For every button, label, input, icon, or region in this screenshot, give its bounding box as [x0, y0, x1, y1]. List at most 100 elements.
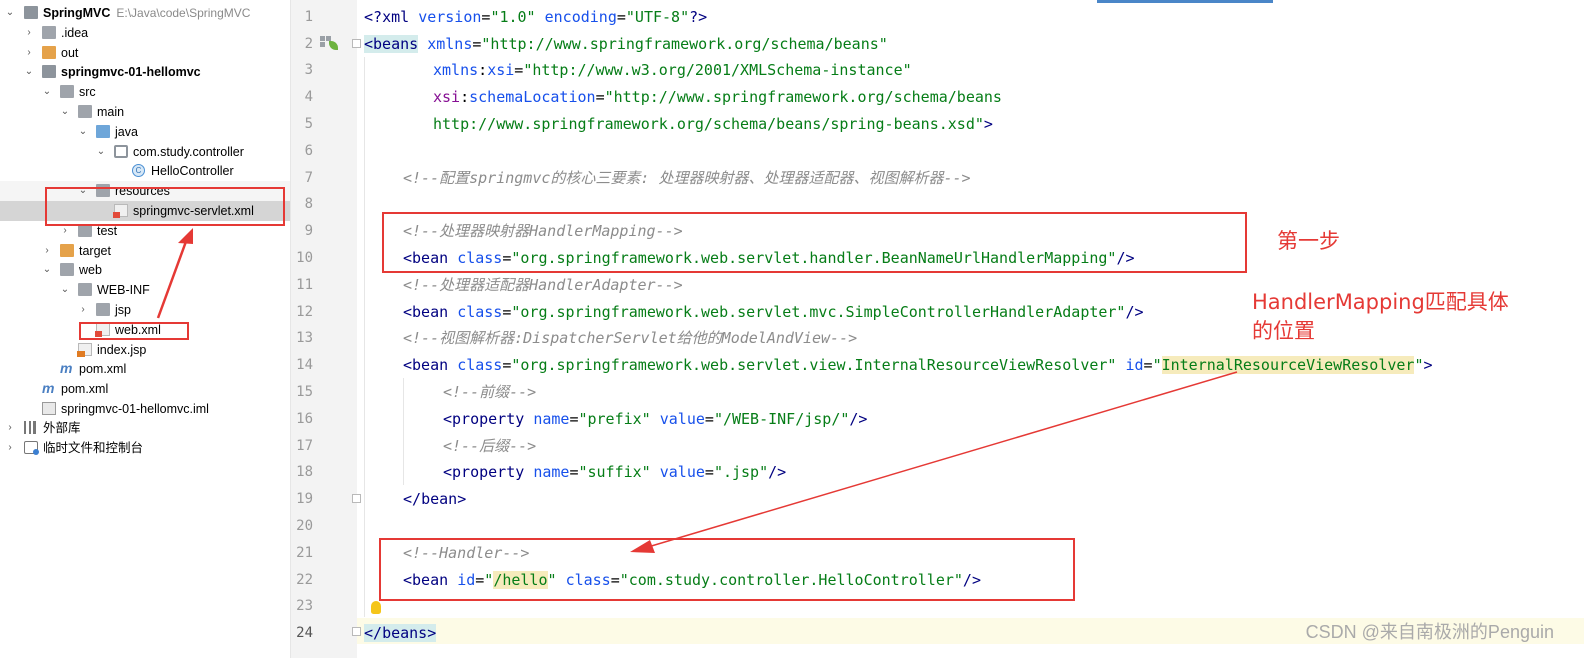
annotation-step1: 第一步 — [1277, 229, 1340, 253]
tree-item-label: src — [79, 85, 96, 99]
folder-icon — [42, 46, 56, 59]
tree-item-label: jsp — [115, 303, 131, 317]
line-number: 15 — [296, 383, 313, 400]
chevron-right-icon[interactable]: › — [4, 438, 16, 458]
code-line-5: http://www.springframework.org/schema/be… — [433, 114, 993, 133]
project-path: E:\Java\code\SpringMVC — [116, 6, 251, 20]
line-number: 2 — [304, 35, 313, 52]
tree-item-label: 外部库 — [43, 421, 81, 435]
tree-item-external-libraries[interactable]: › 外部库 — [0, 418, 290, 438]
line-number: 13 — [296, 330, 313, 347]
chevron-down-icon[interactable]: ⌄ — [4, 3, 16, 23]
chevron-down-icon[interactable]: ⌄ — [23, 62, 35, 82]
active-tab-indicator — [1097, 0, 1273, 3]
chevron-right-icon[interactable]: › — [23, 23, 35, 43]
tree-item-label: target — [79, 244, 111, 258]
line-number: 11 — [296, 276, 313, 293]
tree-item-main[interactable]: ⌄ main — [0, 102, 290, 122]
tree-item-label: springmvc-01-hellomvc — [61, 65, 201, 79]
line-number: 23 — [296, 598, 313, 615]
code-line-13: <!--视图解析器:DispatcherServlet给他的ModelAndVi… — [403, 329, 858, 348]
code-line-2: <beans xmlns="http://www.springframework… — [364, 34, 888, 53]
line-number: 14 — [296, 357, 313, 374]
chevron-down-icon[interactable]: ⌄ — [77, 122, 89, 142]
line-number: 9 — [304, 223, 313, 240]
fold-marker-icon[interactable] — [352, 39, 361, 48]
highlight-box-web-xml — [79, 322, 189, 340]
line-number: 24 — [296, 625, 313, 642]
tree-item-target[interactable]: › target — [0, 241, 290, 261]
chevron-right-icon[interactable]: › — [23, 43, 35, 63]
tree-item-label: java — [115, 125, 138, 139]
highlight-box-handler — [379, 538, 1075, 601]
line-number: 8 — [304, 196, 313, 213]
jsp-file-icon — [77, 343, 92, 357]
tree-item-label: com.study.controller — [133, 145, 244, 159]
folder-icon — [78, 283, 92, 296]
tree-item-web[interactable]: ⌄ web — [0, 260, 290, 280]
chevron-right-icon[interactable]: › — [4, 418, 16, 438]
tree-item-iml[interactable]: springmvc-01-hellomvc.iml — [0, 399, 290, 419]
line-number: 4 — [304, 89, 313, 106]
chevron-down-icon[interactable]: ⌄ — [41, 82, 53, 102]
code-line-12: <bean class="org.springframework.web.ser… — [403, 302, 1144, 321]
tree-item-label: out — [61, 46, 79, 60]
indent-guide — [364, 57, 365, 617]
tree-item-scratches[interactable]: › 临时文件和控制台 — [0, 438, 290, 458]
tree-item-index-jsp[interactable]: index.jsp — [0, 340, 290, 360]
code-line-17: <!--后缀--> — [443, 436, 537, 455]
line-number: 16 — [296, 410, 313, 427]
tree-item-src[interactable]: ⌄ src — [0, 82, 290, 102]
tree-item-label: 临时文件和控制台 — [43, 441, 144, 455]
spring-bean-gutter-icon[interactable] — [320, 36, 338, 50]
maven-icon: m — [42, 380, 55, 396]
chevron-right-icon[interactable]: › — [77, 300, 89, 320]
fold-marker-icon[interactable] — [352, 494, 361, 503]
annotation-mapping-note-line1: HandlerMapping匹配具体 — [1252, 290, 1509, 314]
line-number: 3 — [304, 62, 313, 79]
tree-item-hellocontroller[interactable]: C HelloController — [0, 161, 290, 181]
tree-item-java[interactable]: ⌄ java — [0, 122, 290, 142]
tree-item-module-pom[interactable]: m pom.xml — [0, 359, 290, 379]
line-number: 22 — [296, 571, 313, 588]
chevron-right-icon[interactable]: › — [41, 241, 53, 261]
code-line-11: <!--处理器适配器HandlerAdapter--> — [403, 275, 683, 294]
web-folder-icon — [60, 263, 74, 276]
tree-item-idea[interactable]: › .idea — [0, 23, 290, 43]
tree-item-label: WEB-INF — [97, 283, 150, 297]
tree-item-module[interactable]: ⌄ springmvc-01-hellomvc — [0, 62, 290, 82]
line-number: 5 — [304, 115, 313, 132]
lightbulb-icon[interactable] — [371, 601, 381, 614]
project-folder-icon — [24, 6, 38, 19]
tree-item-root-pom[interactable]: m pom.xml — [0, 379, 290, 399]
chevron-down-icon[interactable]: ⌄ — [59, 280, 71, 300]
source-folder-icon — [96, 125, 110, 138]
code-line-19: </bean> — [403, 490, 467, 509]
chevron-down-icon[interactable]: ⌄ — [59, 102, 71, 122]
code-line-1: <?xml version="1.0" encoding="UTF-8"?> — [364, 7, 708, 26]
line-number: 1 — [304, 8, 313, 25]
code-line-4: xsi:schemaLocation="http://www.springfra… — [433, 88, 1002, 107]
code-line-18: <property name="suffix" value=".jsp"/> — [443, 463, 787, 482]
folder-icon — [42, 26, 56, 39]
code-line-7: <!--配置springmvc的核心三要素: 处理器映射器、处理器适配器、视图解… — [403, 168, 971, 187]
maven-icon: m — [60, 360, 73, 376]
tree-item-package[interactable]: ⌄ com.study.controller — [0, 142, 290, 162]
tree-item-label: SpringMVC — [43, 6, 111, 20]
chevron-down-icon[interactable]: ⌄ — [41, 260, 53, 280]
line-number: 20 — [296, 517, 313, 534]
tree-item-web-inf[interactable]: ⌄ WEB-INF — [0, 280, 290, 300]
chevron-down-icon[interactable]: ⌄ — [95, 142, 107, 162]
class-icon: C — [132, 164, 145, 177]
line-number: 17 — [296, 437, 313, 454]
code-line-24: </beans> — [364, 624, 437, 643]
tree-item-out[interactable]: › out — [0, 43, 290, 63]
highlight-box-servlet-xml — [45, 187, 285, 226]
code-line-16: <property name="prefix" value="/WEB-INF/… — [443, 409, 868, 428]
indent-guide — [403, 378, 404, 485]
fold-marker-icon[interactable] — [352, 627, 361, 636]
tree-item-label: .idea — [61, 26, 89, 40]
tree-item-project-root[interactable]: ⌄ SpringMVC E:\Java\code\SpringMVC — [0, 3, 290, 23]
line-number: 6 — [304, 142, 313, 159]
tree-item-jsp[interactable]: › jsp — [0, 300, 290, 320]
